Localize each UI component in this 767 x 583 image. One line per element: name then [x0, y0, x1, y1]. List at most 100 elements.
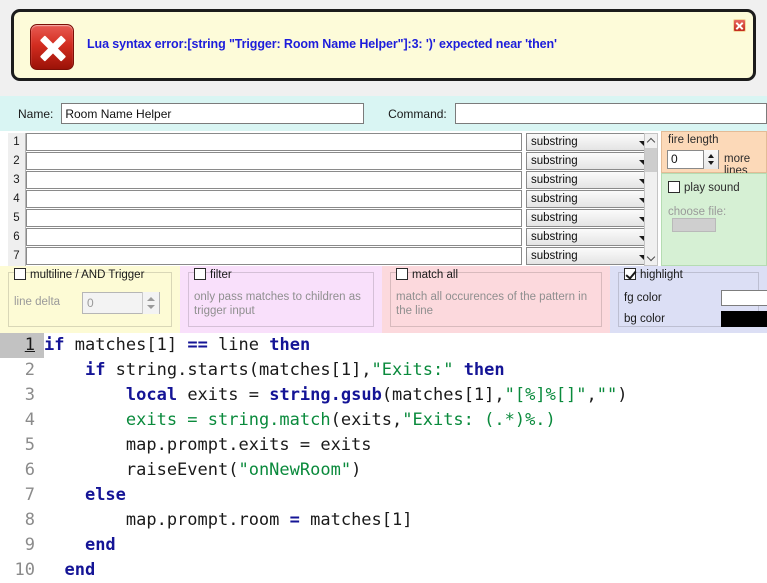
name-input[interactable]: Room Name Helper	[61, 103, 365, 124]
checkbox-icon[interactable]	[14, 268, 26, 280]
checkbox-icon[interactable]	[624, 268, 636, 280]
fire-length-panel: fire length 0 more lines	[661, 131, 767, 177]
pattern-row-number: 2	[8, 152, 26, 171]
code-text[interactable]: exits = string.match(exits,"Exits: (.*)%…	[44, 408, 556, 433]
play-sound-checkbox[interactable]: play sound	[668, 181, 740, 194]
code-line[interactable]: 4 exits = string.match(exits,"Exits: (.*…	[0, 408, 767, 433]
code-line[interactable]: 1 if matches[1] == line then	[0, 333, 767, 358]
bg-color-label: bg color	[624, 313, 665, 325]
pattern-row-number: 7	[8, 247, 26, 266]
pattern-row: 5 substring	[8, 209, 656, 228]
code-token: matches[1]	[310, 510, 413, 530]
checkbox-icon[interactable]	[194, 268, 206, 280]
code-line[interactable]: 2 if string.starts(matches[1],"Exits:" t…	[0, 358, 767, 383]
code-text[interactable]: if string.starts(matches[1],"Exits:" the…	[44, 358, 505, 383]
pattern-list: 1 substring 2 substring 3 substring 4 su…	[0, 131, 767, 266]
filter-option-panel: filter only pass matches to children as …	[180, 266, 382, 333]
command-input[interactable]	[454, 103, 767, 124]
error-banner: Lua syntax error:[string "Trigger: Room …	[11, 9, 756, 81]
line-number: 3	[24, 385, 35, 405]
pattern-input[interactable]	[26, 152, 522, 170]
code-text[interactable]: end	[44, 533, 116, 558]
code-line[interactable]: 10 end	[0, 558, 767, 583]
code-token: exits	[187, 385, 249, 405]
code-text[interactable]: map.prompt.exits = exits	[44, 433, 372, 458]
line-delta-stepper[interactable]: 0	[82, 292, 160, 314]
filter-checkbox[interactable]: filter	[194, 268, 232, 281]
command-label: Command:	[388, 106, 447, 121]
pattern-input[interactable]	[26, 247, 522, 265]
fg-color-label: fg color	[624, 292, 662, 304]
scrollbar-thumb[interactable]	[645, 148, 657, 172]
options-strip: multiline / AND Trigger line delta 0 fil…	[0, 266, 767, 333]
code-text[interactable]: local exits = string.gsub(matches[1],"[%…	[44, 383, 628, 408]
pattern-row: 6 substring	[8, 228, 656, 247]
fire-length-stepper[interactable]: 0	[667, 150, 719, 169]
script-editor[interactable]: 1 if matches[1] == line then 2 if string.s…	[0, 333, 767, 583]
match-all-description: match all occurences of the pattern in t…	[396, 291, 588, 317]
multiline-label: multiline / AND Trigger	[30, 269, 145, 281]
choose-file-label: choose file:	[668, 206, 727, 218]
code-text[interactable]: raiseEvent("onNewRoom")	[44, 458, 361, 483]
pattern-type-select[interactable]: substring	[526, 228, 656, 246]
code-token: =	[248, 385, 270, 405]
code-token: else	[84, 485, 126, 505]
pattern-input[interactable]	[26, 171, 522, 189]
pattern-type-select[interactable]: substring	[526, 171, 656, 189]
code-token: ]	[166, 335, 188, 355]
code-text[interactable]: map.prompt.room = matches[1]	[44, 508, 413, 533]
stepper-up-icon[interactable]	[708, 154, 714, 158]
line-number: 5	[24, 435, 35, 455]
pattern-type-select[interactable]: substring	[526, 190, 656, 208]
pattern-row-number: 3	[8, 171, 26, 190]
line-number: 4	[24, 410, 35, 430]
pattern-type-select[interactable]: substring	[526, 247, 656, 265]
scroll-down-icon[interactable]	[645, 252, 657, 265]
pattern-input[interactable]	[26, 133, 522, 151]
code-token: map.prompt.room	[44, 510, 290, 530]
pattern-type-label: substring	[531, 155, 578, 167]
pattern-type-select[interactable]: substring	[526, 209, 656, 227]
bg-color-swatch[interactable]	[721, 311, 767, 327]
stepper-buttons[interactable]	[142, 292, 159, 314]
highlight-label: highlight	[640, 269, 683, 281]
stepper-down-icon[interactable]	[147, 305, 155, 309]
pattern-type-select[interactable]: substring	[526, 152, 656, 170]
match-all-checkbox[interactable]: match all	[396, 268, 458, 281]
pattern-type-label: substring	[531, 231, 578, 243]
stepper-buttons[interactable]	[703, 150, 718, 169]
pattern-type-select[interactable]: substring	[526, 133, 656, 151]
checkbox-icon[interactable]	[668, 181, 680, 193]
stepper-up-icon[interactable]	[147, 297, 155, 301]
code-token: line	[218, 335, 270, 355]
pattern-scrollbar[interactable]	[644, 133, 658, 266]
code-line[interactable]: 7 else	[0, 483, 767, 508]
pattern-input[interactable]	[26, 228, 522, 246]
code-text[interactable]: if matches[1] == line then	[44, 333, 310, 358]
pattern-type-label: substring	[531, 250, 578, 262]
close-icon[interactable]	[733, 19, 746, 32]
code-line[interactable]: 9 end	[0, 533, 767, 558]
code-line[interactable]: 8 map.prompt.room = matches[1]	[0, 508, 767, 533]
match-all-label: match all	[412, 269, 459, 281]
filter-description: only pass matches to children as trigger…	[194, 291, 361, 317]
line-number: 8	[24, 510, 35, 530]
code-line[interactable]: 6 raiseEvent("onNewRoom")	[0, 458, 767, 483]
choose-file-button[interactable]	[672, 218, 716, 232]
multiline-checkbox[interactable]: multiline / AND Trigger	[14, 268, 144, 281]
code-text[interactable]: end	[44, 558, 95, 583]
stepper-down-icon[interactable]	[708, 161, 714, 165]
fg-color-swatch[interactable]	[721, 290, 767, 306]
code-text[interactable]: else	[44, 483, 126, 508]
scroll-up-icon[interactable]	[645, 134, 657, 147]
pattern-row-number: 1	[8, 133, 26, 152]
code-line[interactable]: 5 map.prompt.exits = exits	[0, 433, 767, 458]
highlight-checkbox[interactable]: highlight	[624, 268, 683, 281]
pattern-input[interactable]	[26, 190, 522, 208]
pattern-type-label: substring	[531, 193, 578, 205]
checkbox-icon[interactable]	[396, 268, 408, 280]
code-line[interactable]: 3 local exits = string.gsub(matches[1],"…	[0, 383, 767, 408]
pattern-input[interactable]	[26, 209, 522, 227]
